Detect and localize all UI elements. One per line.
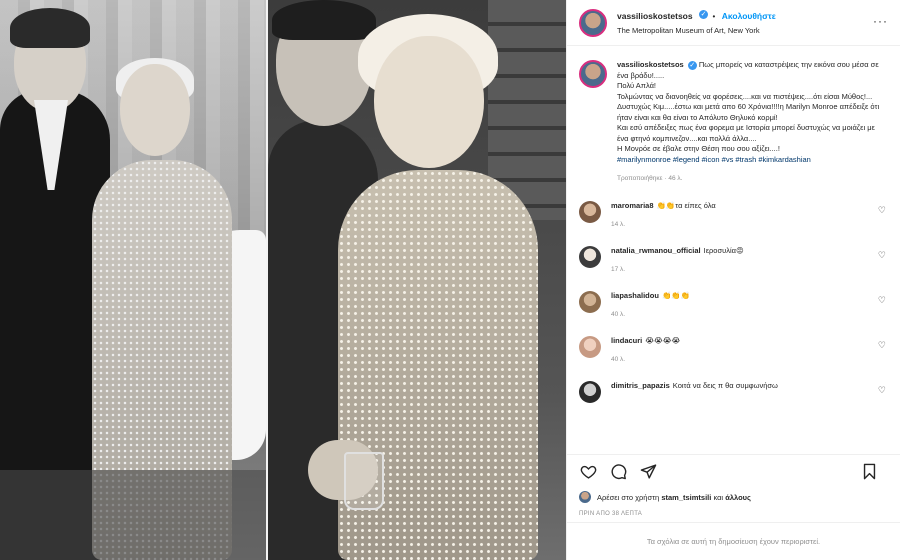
separator-dot: • — [712, 11, 716, 21]
caption-avatar[interactable] — [579, 60, 607, 88]
caption-line: Πολύ Απλά! — [617, 81, 657, 90]
author-avatar[interactable] — [579, 8, 607, 37]
action-bar — [567, 454, 900, 488]
caption-line: Δυστυχώς Κιμ.....έστω και μετά απο 60 Χρ… — [617, 102, 880, 122]
comments-area[interactable]: vassilioskostetsos ✓ Πως μπορείς να κατα… — [567, 46, 900, 454]
caption-edited-time: Τροποποιήθηκε · 46 λ. — [617, 175, 683, 182]
verified-icon: ✓ — [699, 9, 709, 19]
likes-prefix: Αρέσει στο χρήστη — [597, 492, 660, 502]
commenter-avatar[interactable] — [579, 200, 601, 223]
caption-line: Και εσύ απέδειξες πως ένα φορεμα με Ιστο… — [617, 123, 875, 143]
comment-time: 14 λ. — [611, 220, 626, 228]
comment-time: 17 λ. — [611, 265, 626, 273]
comment-username[interactable]: liapashalidou — [611, 291, 659, 300]
comments-restricted-notice: Τα σχόλια σε αυτή τη δημοσίευση έχουν πε… — [567, 522, 900, 560]
comment-username[interactable]: lindacuri — [611, 336, 642, 345]
heart-icon[interactable]: ♡ — [878, 385, 886, 396]
comment-time: 40 λ. — [611, 310, 626, 318]
heart-icon[interactable] — [579, 463, 597, 481]
comment-username[interactable]: natalia_rwmanou_official — [611, 246, 701, 255]
likes-others-link[interactable]: άλλους — [725, 493, 751, 502]
heart-icon[interactable]: ♡ — [878, 205, 886, 216]
comment: liapashalidou 👏👏👏 40 λ. ♡ — [579, 290, 888, 320]
liker-avatar[interactable] — [579, 491, 591, 503]
comment-text: 👏👏τα είπες όλα — [656, 200, 716, 210]
comment-time: 40 λ. — [611, 355, 626, 363]
comment-text: 😭😭😭😭 — [645, 335, 681, 345]
author-username[interactable]: vassilioskostetsos — [617, 11, 693, 21]
instagram-post: vassilioskostetsos ✓ • Ακολουθήστε The M… — [0, 0, 900, 560]
comment-text: Κοιτά να δεις π θα συμφωνήσω — [672, 380, 778, 390]
author-info: vassilioskostetsos ✓ • Ακολουθήστε The M… — [617, 8, 776, 38]
post-sidebar: vassilioskostetsos ✓ • Ακολουθήστε The M… — [566, 0, 900, 560]
caption-hashtags[interactable]: #marilynmonroe #legend #icon #vs #trash … — [617, 155, 888, 166]
caption: vassilioskostetsos ✓ Πως μπορείς να κατα… — [579, 60, 888, 185]
heart-icon[interactable]: ♡ — [878, 250, 886, 261]
likes-conjunction: και — [713, 492, 724, 502]
commenter-avatar[interactable] — [579, 290, 601, 313]
more-options-icon[interactable]: ··· — [873, 14, 888, 28]
photo-left — [0, 0, 266, 560]
caption-line: Η Μονρόε σε έβαλε στην Θέση που σου αξίζ… — [617, 144, 780, 153]
comment-icon[interactable] — [609, 463, 627, 481]
post-timestamp[interactable]: ΠΡΙΝ ΑΠΟ 38 ΛΕΠΤΑ — [567, 506, 900, 522]
heart-icon[interactable]: ♡ — [878, 340, 886, 351]
comment-text: 👏👏👏 — [661, 290, 690, 300]
commenter-avatar[interactable] — [579, 245, 601, 268]
liker-username[interactable]: stam_tsimtsili — [661, 493, 711, 502]
comment: maromaria8 👏👏τα είπες όλα 14 λ. ♡ — [579, 200, 888, 230]
photo-glass — [344, 452, 384, 510]
follow-button[interactable]: Ακολουθήστε — [722, 11, 776, 21]
share-icon[interactable] — [639, 463, 657, 481]
caption-line: Τολμώντας να διανοηθείς να φορέσεις....κ… — [617, 91, 873, 101]
comment-username[interactable]: dimitris_papazis — [611, 381, 670, 390]
comment: lindacuri 😭😭😭😭 40 λ. ♡ — [579, 335, 888, 365]
caption-body: vassilioskostetsos ✓ Πως μπορείς να κατα… — [617, 60, 888, 185]
post-image[interactable] — [0, 0, 566, 560]
bookmark-icon[interactable] — [860, 463, 878, 481]
photo-floor — [0, 470, 266, 560]
photo-woman-head — [120, 64, 190, 156]
photo-man-hair — [10, 8, 90, 48]
comment: dimitris_papazis Κοιτά να δεις π θα συμφω… — [579, 380, 888, 403]
caption-username[interactable]: vassilioskostetsos — [617, 60, 684, 69]
photo-right — [268, 0, 566, 560]
likes-summary: Αρέσει στο χρήστη stam_tsimtsili και άλλ… — [567, 488, 900, 506]
heart-icon[interactable]: ♡ — [878, 295, 886, 306]
commenter-avatar[interactable] — [579, 380, 601, 403]
post-location[interactable]: The Metropolitan Museum of Art, New York — [617, 24, 776, 38]
photo-man-hair-right — [272, 0, 376, 40]
commenter-avatar[interactable] — [579, 335, 601, 358]
comment-text: Ιεροσυλία😡 — [703, 245, 744, 255]
comment-username[interactable]: maromaria8 — [611, 201, 654, 210]
comment: natalia_rwmanou_official Ιεροσυλία😡 17 λ.… — [579, 245, 888, 275]
verified-icon: ✓ — [687, 60, 697, 70]
photo-woman-head-right — [374, 36, 484, 168]
post-header: vassilioskostetsos ✓ • Ακολουθήστε The M… — [567, 0, 900, 46]
